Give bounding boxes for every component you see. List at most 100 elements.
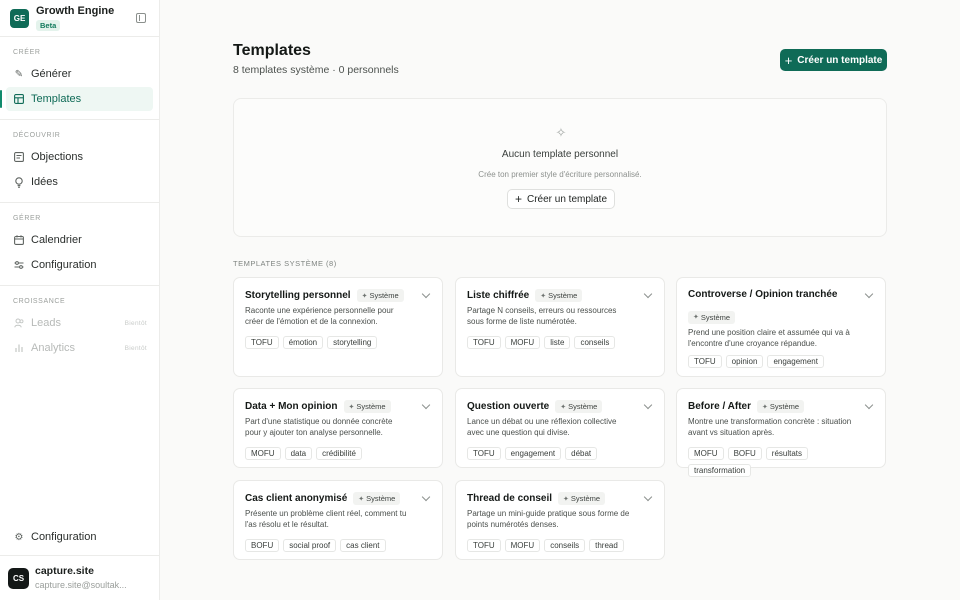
- sidebar-item-label: Templates: [31, 93, 82, 105]
- sidebar-item-calendrier[interactable]: Calendrier: [6, 228, 153, 252]
- sidebar-item-label: Leads: [31, 317, 61, 329]
- sidebar-item-configuration[interactable]: Configuration: [6, 253, 153, 277]
- sidebar-item-label: Configuration: [31, 531, 97, 543]
- nav-section-croissance: CROISSANCE Leads Bientôt Analytics Bient…: [0, 298, 159, 360]
- card-description: Part d'une statistique ou donnée concrèt…: [245, 417, 393, 437]
- card-title: Storytelling personnel: [245, 290, 351, 301]
- tag-list: MOFU BOFU résultats transformation: [688, 447, 874, 477]
- nav-section-decouvrir: DÉCOUVRIR Objections Idées: [0, 132, 159, 194]
- template-card-liste-chiffree[interactable]: Liste chiffrée ✦ Système Partage N consei…: [455, 277, 665, 377]
- tag: débat: [565, 447, 598, 460]
- card-title: Before / After: [688, 401, 751, 412]
- sparkle-icon: ✦: [761, 403, 768, 411]
- brand-header: GE Growth Engine Beta: [0, 0, 159, 37]
- card-title: Question ouverte: [467, 401, 550, 412]
- nav-section-gerer: GÉRER Calendrier Configuration: [0, 215, 159, 277]
- coming-soon-badge: Bientôt: [124, 319, 147, 327]
- plus-icon: +: [784, 52, 793, 68]
- tag: BOFU: [245, 539, 280, 552]
- tag-list: TOFU opinion engagement: [688, 355, 874, 368]
- bar-chart-icon: [13, 342, 25, 354]
- sidebar-footer: ⚙ Configuration CS capture.site capture.…: [0, 524, 160, 600]
- card-title: Controverse / Opinion tranchée: [688, 289, 838, 300]
- card-description: Partage N conseils, erreurs ou ressource…: [467, 306, 617, 326]
- template-card-storytelling[interactable]: Storytelling personnel ✦ Système Raconte …: [233, 277, 443, 377]
- divider: [0, 119, 159, 120]
- tag: TOFU: [467, 336, 501, 349]
- empty-state-title: Aucun template personnel: [501, 149, 619, 160]
- system-badge: ✦ Système: [688, 310, 736, 324]
- tag: résultats: [765, 447, 809, 460]
- sparkle-icon: ✦: [540, 292, 547, 300]
- sidebar-item-idees[interactable]: Idées: [6, 170, 153, 194]
- sidebar-toggle-icon[interactable]: [136, 13, 146, 23]
- sidebar-item-label: Idées: [31, 176, 58, 188]
- plus-icon: +: [514, 192, 522, 206]
- system-badge: ✦ Système: [535, 289, 583, 302]
- card-description: Prend une position claire et assumée qui…: [688, 328, 850, 348]
- system-badge: ✦ Système: [555, 400, 603, 413]
- beta-badge: Beta: [36, 20, 61, 31]
- tag: TOFU: [688, 355, 722, 368]
- card-title: Cas client anonymisé: [245, 493, 348, 504]
- tag: opinion: [725, 355, 764, 368]
- template-card-thread[interactable]: Thread de conseil ✦ Système Partage un mi…: [455, 480, 665, 560]
- tag: liste: [544, 336, 571, 349]
- sparkle-icon: ✦: [560, 403, 567, 411]
- sparkles-icon: ✧: [555, 125, 567, 140]
- card-title: Thread de conseil: [467, 493, 553, 504]
- button-label: Créer un template: [526, 193, 608, 205]
- button-label: Créer un template: [797, 54, 883, 66]
- user-profile[interactable]: CS capture.site capture.site@soultak...: [0, 555, 160, 600]
- tag-list: MOFU data crédibilité: [245, 447, 431, 460]
- page-title: Templates: [233, 42, 311, 59]
- nav-section-creer: CRÉER ✎ Générer Templates: [0, 49, 159, 111]
- coming-soon-badge: Bientôt: [124, 344, 147, 352]
- tag: MOFU: [504, 539, 541, 552]
- tag: BOFU: [727, 447, 762, 460]
- tag: MOFU: [504, 336, 541, 349]
- card-title: Data + Mon opinion: [245, 401, 338, 412]
- sidebar-item-settings[interactable]: ⚙ Configuration: [6, 525, 154, 549]
- calendar-icon: [13, 234, 25, 246]
- template-card-before-after[interactable]: Before / After ✦ Système Montre une trans…: [676, 388, 886, 477]
- system-badge: ✦ Système: [756, 400, 805, 413]
- tag-list: TOFU MOFU conseils thread: [467, 539, 653, 552]
- tag: crédibilité: [316, 447, 362, 460]
- sidebar-item-templates[interactable]: Templates: [0, 87, 153, 111]
- sidebar-item-objections[interactable]: Objections: [6, 145, 153, 169]
- system-badge: ✦ Système: [343, 400, 391, 413]
- create-template-button[interactable]: + Créer un template: [780, 49, 887, 71]
- card-description: Lance un débat ou une réflexion collecti…: [467, 417, 617, 437]
- tag-list: TOFU émotion storytelling: [245, 336, 431, 349]
- tag: data: [284, 447, 313, 460]
- tag: social proof: [283, 539, 337, 552]
- user-name: capture.site: [35, 565, 94, 577]
- sliders-icon: [13, 259, 25, 271]
- template-card-controverse[interactable]: Controverse / Opinion tranchée ✦ Système …: [676, 277, 886, 377]
- app-logo[interactable]: GE: [10, 8, 29, 28]
- tag-list: TOFU engagement débat: [467, 447, 653, 460]
- tag: TOFU: [467, 539, 501, 552]
- tag: storytelling: [327, 336, 378, 349]
- create-template-empty-button[interactable]: + Créer un template: [507, 189, 615, 209]
- tag-list: BOFU social proof cas client: [245, 539, 431, 552]
- template-card-cas-client[interactable]: Cas client anonymisé ✦ Système Présente u…: [233, 480, 443, 560]
- tag: TOFU: [467, 447, 501, 460]
- tag: conseils: [544, 539, 586, 552]
- tag: transformation: [688, 464, 752, 477]
- page-subtitle: 8 templates système · 0 personnels: [233, 64, 399, 76]
- card-description: Raconte une expérience personnelle pour …: [245, 306, 394, 326]
- template-card-data-opinion[interactable]: Data + Mon opinion ✦ Système Part d'une s…: [233, 388, 443, 468]
- sparkle-icon: ✦: [563, 495, 569, 503]
- gear-icon: ⚙: [14, 531, 24, 543]
- card-title: Liste chiffrée: [467, 290, 530, 301]
- card-description: Montre une transformation concrète : sit…: [688, 417, 852, 437]
- tag: thread: [589, 539, 624, 552]
- sparkle-icon: ✦: [358, 495, 365, 503]
- message-square-icon: [13, 151, 25, 163]
- tag: TOFU: [245, 336, 279, 349]
- template-card-question-ouverte[interactable]: Question ouverte ✦ Système Lance un débat…: [455, 388, 665, 468]
- sidebar-item-generer[interactable]: ✎ Générer: [6, 62, 153, 86]
- sidebar-item-label: Générer: [31, 68, 72, 80]
